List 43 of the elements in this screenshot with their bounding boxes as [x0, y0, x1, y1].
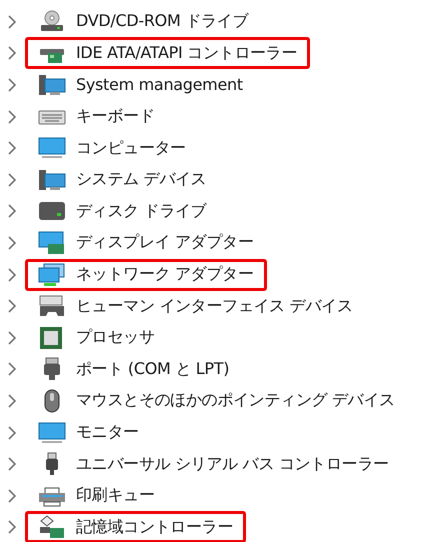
device-category-label[interactable]: ディスプレイ アダプター [76, 232, 254, 254]
device-category-label[interactable]: DVD/CD-ROM ドライブ [76, 11, 248, 32]
expand-chevron-icon[interactable] [7, 426, 17, 440]
device-category-label[interactable]: ユニバーサル シリアル バス コントローラー [76, 454, 389, 475]
device-category-label[interactable]: マウスとそのほかのポインティング デバイス [76, 390, 395, 412]
storage-controller-icon [38, 515, 66, 540]
device-category-label[interactable]: System management [76, 75, 243, 94]
device-category-label[interactable]: 印刷キュー [76, 485, 155, 506]
expand-chevron-icon[interactable] [7, 14, 17, 29]
device-category-label[interactable]: システム デバイス [76, 169, 206, 190]
device-category-label[interactable]: IDE ATA/ATAPI コントローラー [76, 42, 298, 64]
expand-chevron-icon[interactable] [7, 172, 17, 187]
expand-chevron-icon[interactable] [7, 204, 17, 218]
network-monitor-icon [38, 262, 66, 287]
expand-chevron-icon[interactable] [7, 236, 17, 250]
device-category-label[interactable]: モニター [76, 422, 139, 444]
expand-chevron-icon[interactable] [7, 299, 17, 314]
disc-drive-icon [38, 10, 66, 34]
expand-chevron-icon[interactable] [7, 268, 17, 282]
monitor-icon [38, 420, 66, 445]
expand-chevron-icon[interactable] [7, 330, 17, 345]
expand-chevron-icon[interactable] [7, 141, 17, 156]
device-category-label[interactable]: コンピューター [76, 138, 186, 159]
monitor-icon [38, 136, 66, 160]
device-category-label[interactable]: 記憶域コントローラー [76, 516, 234, 538]
expand-chevron-icon[interactable] [7, 46, 17, 60]
expand-chevron-icon[interactable] [7, 394, 17, 408]
device-category-label[interactable]: ポート (COM と LPT) [76, 358, 230, 380]
expand-chevron-icon[interactable] [7, 110, 17, 124]
expand-chevron-icon[interactable] [7, 520, 17, 534]
device-category-label[interactable]: ヒューマン インターフェイス デバイス [76, 296, 352, 317]
expand-chevron-icon[interactable] [7, 362, 17, 376]
expand-chevron-icon[interactable] [7, 78, 17, 92]
device-category-label[interactable]: プロセッサ [76, 327, 155, 348]
keyboard-gamepad-icon [38, 294, 66, 318]
expand-chevron-icon[interactable] [7, 488, 17, 503]
device-category-label[interactable]: ネットワーク アダプター [76, 264, 254, 286]
display-adapter-icon [38, 230, 66, 255]
expand-chevron-icon[interactable] [7, 457, 17, 472]
device-category-label[interactable]: キーボード [76, 106, 155, 128]
computer-folder-icon [38, 72, 66, 97]
computer-folder-icon [38, 168, 66, 192]
device-category-label[interactable]: ディスク ドライブ [76, 200, 206, 222]
